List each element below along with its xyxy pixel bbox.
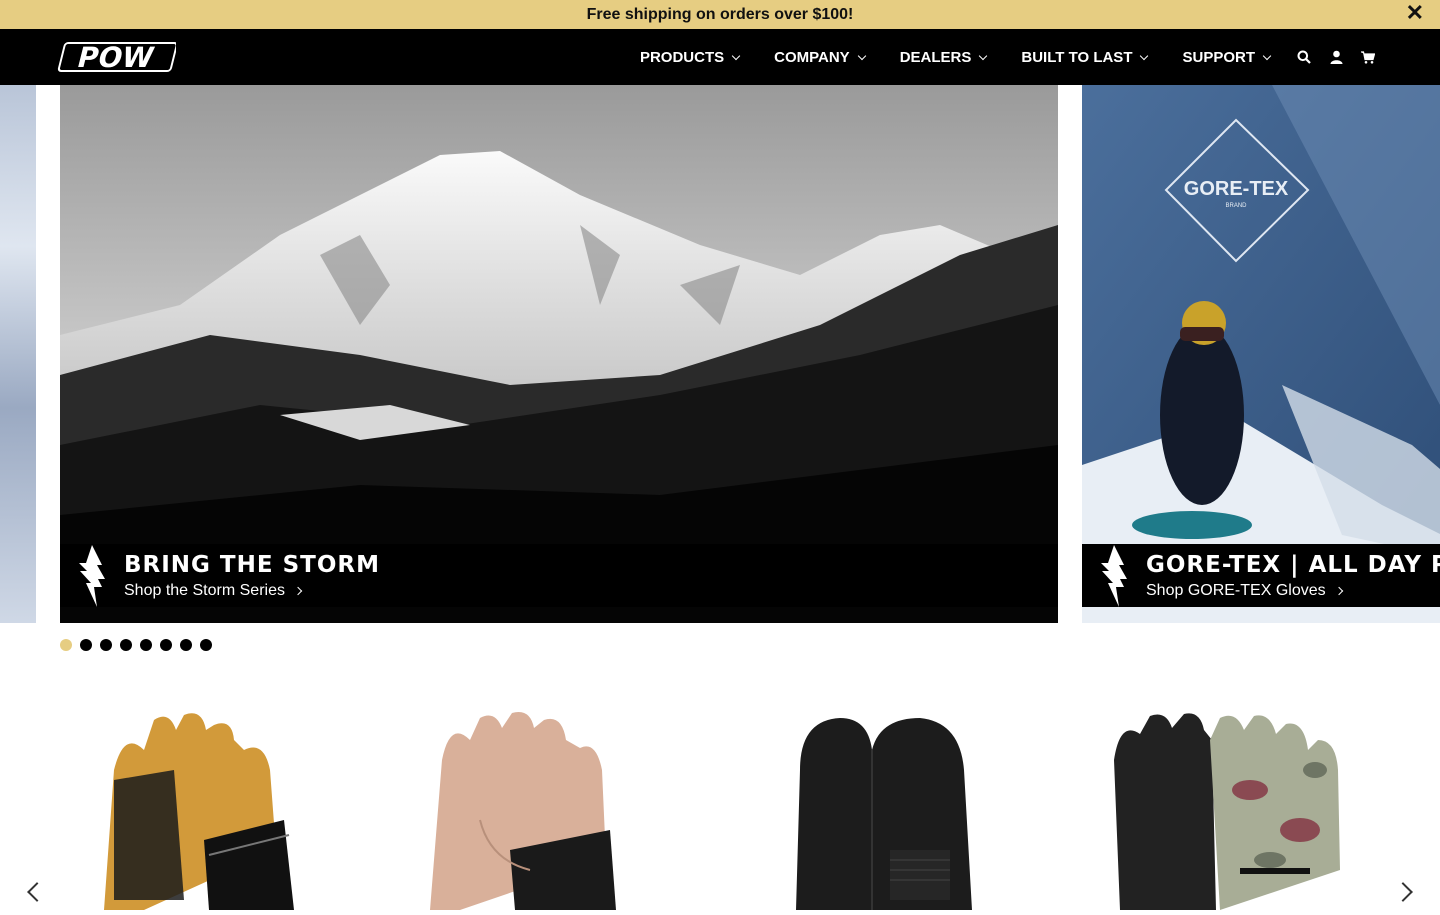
slide-cta-label: Shop the Storm Series (124, 581, 285, 599)
slider-dot[interactable] (100, 639, 112, 651)
product-card[interactable] (760, 710, 1020, 910)
slider-dot[interactable] (120, 639, 132, 651)
chevron-right-icon (293, 586, 303, 595)
tree-logo-icon (79, 544, 105, 607)
product-card[interactable] (1100, 710, 1360, 910)
search-icon[interactable] (1288, 47, 1320, 67)
slider-pagination (60, 639, 220, 651)
slider-dot[interactable] (80, 639, 92, 651)
slide-title: BRING THE STORM (124, 551, 380, 578)
chevron-down-icon (1262, 51, 1272, 60)
nav-item-company[interactable]: COMPANY (774, 48, 866, 66)
nav-item-support[interactable]: SUPPORT (1182, 48, 1272, 66)
tan-leather-glove-image (104, 713, 294, 910)
pink-leather-glove-image (430, 712, 616, 910)
slide-caption: BRING THE STORM Shop the Storm Series (60, 544, 1058, 607)
nav-item-label: SUPPORT (1182, 48, 1255, 66)
gore-tex-badge: GORE-TEX (1184, 178, 1289, 200)
previous-slide-peek[interactable] (0, 85, 36, 623)
product-carousel (0, 700, 1440, 910)
chevron-down-icon (1140, 51, 1149, 60)
product-card[interactable] (420, 710, 680, 910)
nav-item-dealers[interactable]: DEALERS (899, 48, 988, 66)
cart-icon[interactable] (1352, 47, 1384, 67)
hero-slide-gore-tex[interactable]: GORE-TEX BRAND GORE-TEX | ALL DAY P Shop… (1082, 85, 1440, 623)
chevron-down-icon (979, 51, 988, 60)
pow-logo[interactable]: POW (56, 40, 176, 74)
nav-item-label: COMPANY (774, 48, 850, 66)
slide-cta-link[interactable]: Shop GORE-TEX Gloves (1146, 582, 1440, 600)
nav-item-label: PRODUCTS (639, 48, 725, 66)
slide-cta-link[interactable]: Shop the Storm Series (124, 582, 380, 600)
slider-dot[interactable] (140, 639, 152, 651)
nav-menu: PRODUCTS COMPANY DEALERS BUILT TO LAST S… (605, 29, 1272, 85)
product-card[interactable] (84, 710, 344, 910)
camo-glove-image (1114, 713, 1340, 910)
slide-caption: GORE-TEX | ALL DAY P Shop GORE-TEX Glove… (1082, 544, 1440, 607)
announcement-bar: Free shipping on orders over $100! ✕ (0, 0, 1440, 29)
account-icon[interactable] (1320, 47, 1352, 67)
nav-icons (1288, 29, 1384, 85)
carousel-next-arrow-icon[interactable] (1393, 882, 1413, 902)
slide-cta-label: Shop GORE-TEX Gloves (1146, 581, 1326, 599)
logo-text: POW (74, 41, 157, 73)
main-nav: POW PRODUCTS COMPANY DEALERS BUILT TO LA… (0, 29, 1440, 85)
nav-item-label: DEALERS (899, 48, 972, 66)
announcement-text: Free shipping on orders over $100! (586, 5, 854, 23)
slider-dot[interactable] (180, 639, 192, 651)
mountain-photo (60, 85, 1058, 623)
slide-title: GORE-TEX | ALL DAY P (1146, 551, 1440, 578)
chevron-down-icon (731, 51, 741, 60)
carousel-prev-arrow-icon[interactable] (27, 882, 47, 902)
slider-dot[interactable] (160, 639, 172, 651)
nav-item-built-to-last[interactable]: BUILT TO LAST (1021, 48, 1149, 66)
chevron-down-icon (857, 51, 866, 60)
gore-tex-photo: GORE-TEX BRAND (1082, 85, 1440, 623)
hero-slider: BRING THE STORM Shop the Storm Series GO… (0, 85, 1440, 623)
gore-tex-badge-sub: BRAND (1225, 203, 1247, 209)
nav-item-label: BUILT TO LAST (1021, 48, 1133, 66)
hero-slide-storm[interactable]: BRING THE STORM Shop the Storm Series (60, 85, 1058, 623)
slider-dot[interactable] (60, 639, 72, 651)
close-icon[interactable]: ✕ (1406, 2, 1424, 24)
nav-item-products[interactable]: PRODUCTS (639, 48, 741, 66)
black-leather-mitt-image (796, 718, 972, 910)
slider-dot[interactable] (200, 639, 212, 651)
chevron-right-icon (1334, 586, 1343, 595)
tree-logo-icon (1101, 544, 1127, 607)
